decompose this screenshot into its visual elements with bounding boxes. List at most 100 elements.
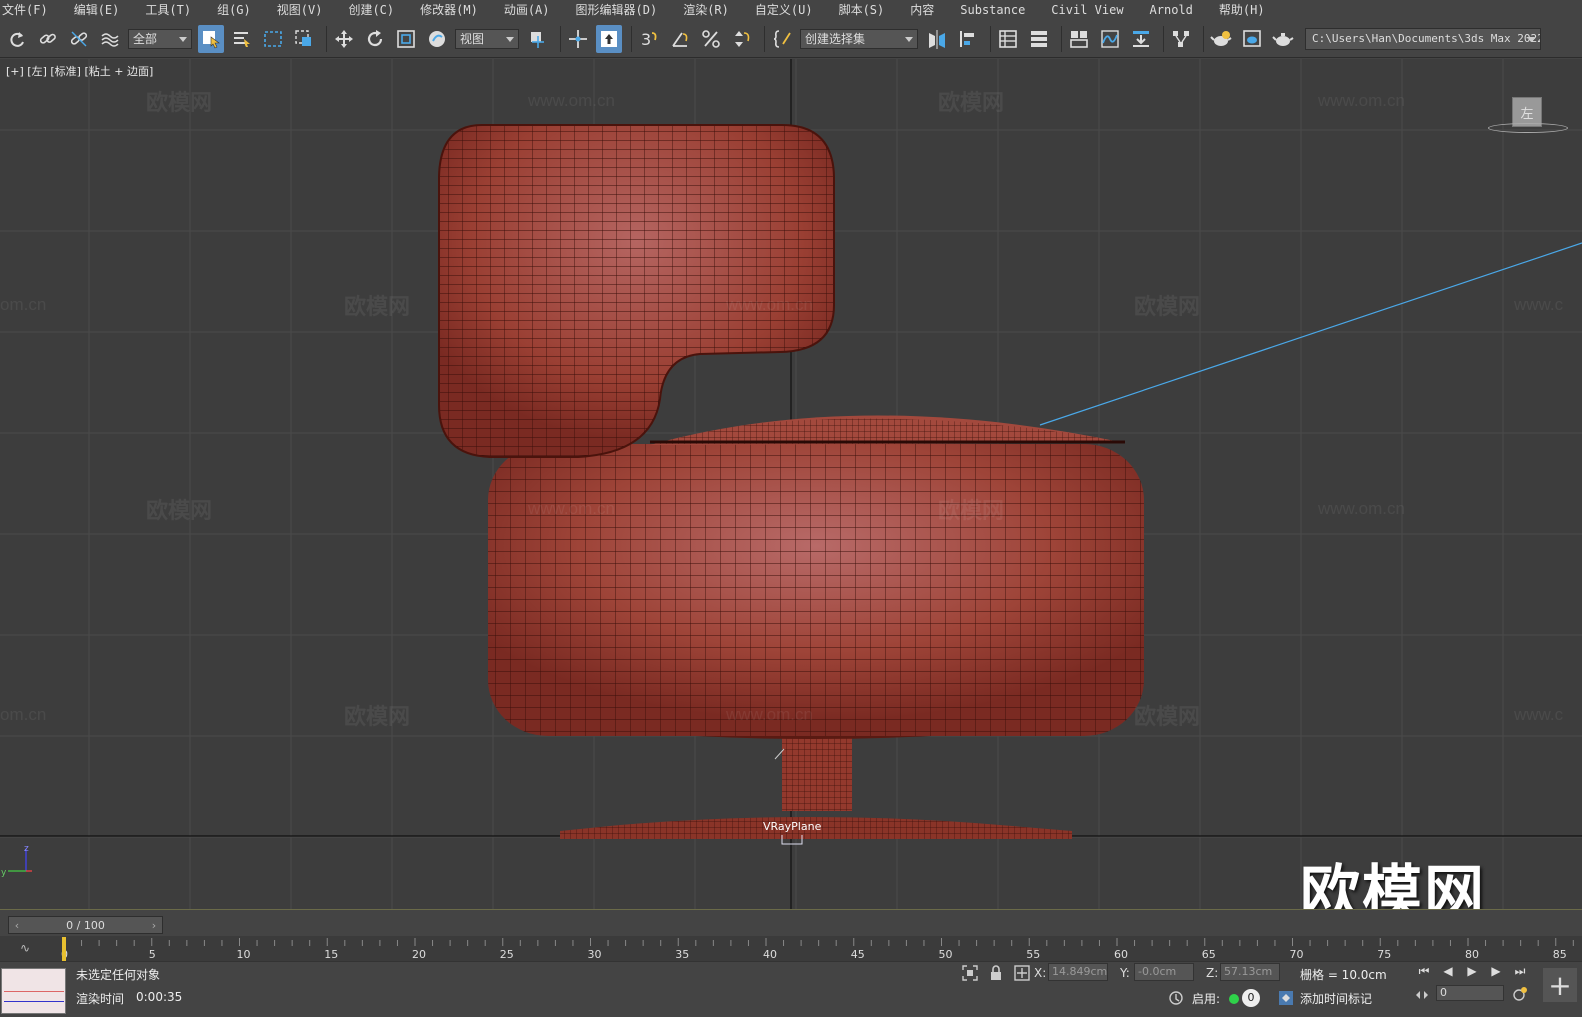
percent-snap-button[interactable] bbox=[698, 25, 724, 53]
project-path-dropdown[interactable]: C:\Users\Han\Documents\3ds Max 2022 bbox=[1305, 27, 1541, 50]
go-to-end-icon[interactable]: ⏭ bbox=[1508, 964, 1532, 979]
material-editor-button[interactable] bbox=[1168, 25, 1194, 53]
menu-substance[interactable]: Substance bbox=[947, 0, 1038, 20]
next-frame-arrow-icon[interactable]: › bbox=[146, 919, 162, 932]
curve-editor-button[interactable] bbox=[1097, 25, 1123, 53]
angle-snap-button[interactable] bbox=[667, 25, 693, 53]
menu-help[interactable]: 帮助(H) bbox=[1206, 0, 1278, 20]
link-button[interactable] bbox=[35, 25, 61, 53]
menu-arnold[interactable]: Arnold bbox=[1137, 0, 1206, 20]
go-to-start-icon[interactable]: ⏮ bbox=[1412, 964, 1436, 979]
menu-graph-editors[interactable]: 图形编辑器(D) bbox=[563, 0, 671, 20]
reference-coord-dropdown[interactable]: 视图 bbox=[455, 28, 519, 49]
schematic-view-button[interactable] bbox=[1128, 25, 1154, 53]
window-crossing-button[interactable] bbox=[291, 25, 317, 53]
named-selection-dropdown[interactable]: 创建选择集 bbox=[800, 28, 918, 49]
current-frame-marker[interactable] bbox=[62, 937, 66, 961]
menu-tools[interactable]: 工具(T) bbox=[132, 0, 204, 20]
time-config-icon[interactable] bbox=[1512, 986, 1528, 1002]
z-coordinate-field[interactable]: 57.13cm bbox=[1220, 963, 1280, 981]
rendered-frame-window-button[interactable] bbox=[1239, 25, 1265, 53]
menu-customize[interactable]: 自定义(U) bbox=[742, 0, 826, 20]
absolute-mode-icon[interactable] bbox=[1014, 965, 1030, 981]
menu-content[interactable]: 内容 bbox=[897, 0, 947, 20]
move-button[interactable] bbox=[331, 25, 357, 53]
watermark-url: om.cn bbox=[0, 295, 47, 314]
timeline-tick-label: 20 bbox=[412, 948, 426, 961]
watermark: 欧模网 bbox=[1134, 705, 1201, 730]
scene-explorer-button[interactable] bbox=[995, 25, 1021, 53]
menu-modifiers[interactable]: 修改器(M) bbox=[407, 0, 491, 20]
select-object-button[interactable] bbox=[198, 24, 224, 53]
menu-edit[interactable]: 编辑(E) bbox=[61, 0, 133, 20]
enable-count-badge[interactable]: 0 bbox=[1242, 989, 1260, 1007]
selection-filter-dropdown[interactable]: 全部 bbox=[128, 28, 192, 49]
viewport-canvas: z y bbox=[0, 59, 1582, 909]
menu-civil-view[interactable]: Civil View bbox=[1038, 0, 1136, 20]
menu-create[interactable]: 创建(C) bbox=[335, 0, 407, 20]
key-mode-icon[interactable] bbox=[1414, 987, 1430, 1003]
toolbar-separator bbox=[1061, 25, 1062, 52]
timeline-track[interactable]: ∿ 0510152025303540455055606570758085 bbox=[0, 936, 1582, 962]
watermark: 欧模网 bbox=[938, 499, 1005, 524]
menu-group[interactable]: 组(G) bbox=[204, 0, 264, 20]
keyboard-shortcut-toggle[interactable] bbox=[596, 24, 622, 53]
time-tag-icon[interactable] bbox=[1278, 990, 1294, 1006]
isolate-selection-icon[interactable] bbox=[962, 965, 978, 981]
x-coordinate-field[interactable]: 14.849cm bbox=[1048, 963, 1108, 981]
app-window: 文件(F) 编辑(E) 工具(T) 组(G) 视图(V) 创建(C) 修改器(M… bbox=[0, 0, 1582, 1017]
select-by-name-button[interactable] bbox=[229, 25, 255, 53]
placement-button[interactable] bbox=[424, 25, 450, 53]
next-frame-icon[interactable]: ▶ bbox=[1484, 964, 1508, 979]
maxscript-listener-preview[interactable] bbox=[1, 968, 66, 1014]
menu-view[interactable]: 视图(V) bbox=[264, 0, 336, 20]
snap-toggle-button[interactable]: 3 bbox=[636, 25, 662, 53]
render-button[interactable] bbox=[1270, 25, 1296, 53]
menu-rendering[interactable]: 渲染(R) bbox=[670, 0, 742, 20]
timeline-tick-label: 25 bbox=[500, 948, 514, 961]
timeline-tick-label: 45 bbox=[851, 948, 865, 961]
mirror-button[interactable] bbox=[924, 25, 950, 53]
redo-icon bbox=[10, 31, 24, 47]
menu-file[interactable]: 文件(F) bbox=[0, 0, 61, 20]
unlink-button[interactable] bbox=[66, 25, 92, 53]
adaptive-degradation-icon[interactable] bbox=[1168, 990, 1184, 1006]
watermark-url: www.om.cn bbox=[528, 499, 615, 518]
align-button[interactable] bbox=[955, 25, 981, 53]
timeline-area: ‹ 0 / 100 › ∿ 05101520253035404550556065… bbox=[0, 909, 1582, 962]
add-time-tag-button[interactable]: 添加时间标记 bbox=[1300, 990, 1372, 1007]
rotate-button[interactable] bbox=[362, 25, 388, 53]
viewcube-ring[interactable] bbox=[1488, 123, 1568, 133]
y-coordinate-field[interactable]: -0.0cm bbox=[1134, 963, 1194, 981]
watermark-url: www.om.cn bbox=[726, 705, 813, 724]
bind-spacewarp-button[interactable] bbox=[97, 25, 123, 53]
previous-frame-icon[interactable]: ◀ bbox=[1436, 964, 1460, 979]
select-manipulate-button[interactable] bbox=[565, 25, 591, 53]
layer-explorer-button[interactable] bbox=[1026, 25, 1052, 53]
selection-lock-icon[interactable] bbox=[988, 965, 1004, 981]
timeline-tick-label: 5 bbox=[149, 948, 156, 961]
viewport-nav-button[interactable]: + bbox=[1543, 968, 1577, 1002]
timeline-tick-label: 10 bbox=[237, 948, 251, 961]
redo-button[interactable] bbox=[4, 25, 30, 53]
viewport-left[interactable]: z y [+] [左] [标准] [粘土 + 边面] 欧模网 www.om.cn… bbox=[0, 59, 1582, 909]
window-crossing-icon bbox=[295, 29, 311, 46]
time-slider[interactable]: ‹ 0 / 100 › bbox=[8, 916, 163, 934]
menu-animation[interactable]: 动画(A) bbox=[491, 0, 563, 20]
enable-status-dot-icon bbox=[1229, 994, 1239, 1004]
edit-named-selection-button[interactable] bbox=[769, 25, 795, 53]
curve-editor-icon bbox=[1101, 29, 1119, 48]
render-setup-button[interactable] bbox=[1208, 25, 1234, 53]
scale-button[interactable] bbox=[393, 25, 419, 53]
spinner-snap-button[interactable] bbox=[729, 25, 755, 53]
pivot-center-button[interactable] bbox=[525, 25, 551, 53]
viewport-label[interactable]: [+] [左] [标准] [粘土 + 边面] bbox=[6, 63, 153, 79]
time-slider-value: 0 / 100 bbox=[66, 918, 105, 932]
current-frame-field[interactable]: 0 bbox=[1436, 985, 1504, 1001]
menu-scripting[interactable]: 脚本(S) bbox=[826, 0, 898, 20]
timeline-tick-label: 70 bbox=[1290, 948, 1304, 961]
prev-frame-arrow-icon[interactable]: ‹ bbox=[9, 919, 25, 932]
rect-selection-button[interactable] bbox=[260, 25, 286, 53]
play-icon[interactable]: ▶ bbox=[1460, 964, 1484, 979]
ribbon-toggle-button[interactable] bbox=[1066, 25, 1092, 53]
